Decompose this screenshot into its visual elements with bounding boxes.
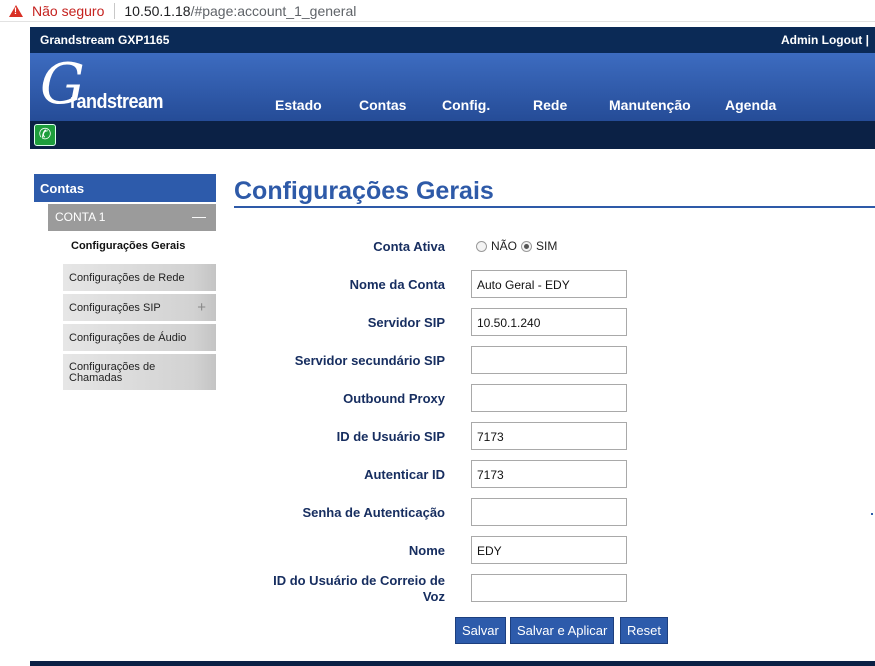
sidebar-section-contas[interactable]: Contas — [34, 174, 216, 202]
sidebar-item-audio[interactable]: Configurações de Áudio — [63, 324, 216, 351]
nome-input[interactable]: EDY — [471, 536, 627, 564]
address-bar[interactable]: Não seguro 10.50.1.18/#page:account_1_ge… — [0, 0, 875, 22]
expand-icon[interactable]: + — [197, 299, 206, 316]
admin-logout-link[interactable]: Admin Logout | — [781, 33, 869, 47]
label-nome-conta: Nome da Conta — [349, 277, 445, 292]
sidebar-item-calls[interactable]: Configurações de Chamadas — [63, 354, 216, 390]
label-nome: Nome — [408, 543, 445, 558]
footer-bar — [30, 661, 875, 666]
security-label[interactable]: Não seguro — [32, 3, 104, 19]
page-title: Configurações Gerais — [234, 177, 494, 205]
sidebar-item-label: Configurações de Chamadas — [69, 361, 156, 384]
label-servidor-secundario: Servidor secundário SIP — [294, 353, 445, 368]
label-outbound-proxy: Outbound Proxy — [343, 391, 445, 406]
phone-icon[interactable]: ✆ — [34, 124, 56, 146]
conta-ativa-radio-group: NÃO SIM — [476, 239, 557, 253]
sidebar-item-label: Configurações SIP — [69, 301, 161, 314]
save-apply-button[interactable]: Salvar e Aplicar — [510, 617, 615, 644]
nav-rede[interactable]: Rede — [533, 97, 567, 113]
grandstream-logo: G randstream — [40, 52, 164, 117]
top-bar: Grandstream GXP1165 Admin Logout | — [30, 27, 875, 53]
sidebar-item-sip[interactable]: Configurações SIP + — [63, 294, 216, 321]
label-autenticar-id: Autenticar ID — [364, 467, 445, 482]
warning-icon — [9, 4, 23, 17]
sidebar-item-label: Configurações de Rede — [69, 271, 185, 284]
radio-nao-label: NÃO — [491, 239, 518, 253]
sidebar-item-network[interactable]: Configurações de Rede — [63, 264, 216, 291]
nav-estado[interactable]: Estado — [275, 97, 322, 113]
servidor-sip-input[interactable]: 10.50.1.240 — [471, 308, 627, 336]
nav-contas[interactable]: Contas — [359, 97, 406, 113]
label-conta-ativa: Conta Ativa — [373, 239, 445, 254]
title-underline — [234, 206, 875, 208]
account-label: CONTA 1 — [55, 210, 106, 224]
senha-autenticacao-input[interactable] — [471, 498, 627, 526]
label-correio-voz: ID do Usuário de Correio de Voz — [273, 573, 445, 604]
collapse-icon[interactable]: — — [192, 208, 206, 224]
nav-agenda[interactable]: Agenda — [725, 97, 776, 113]
url-text[interactable]: 10.50.1.18/#page:account_1_general — [124, 3, 356, 19]
sidebar-account-1[interactable]: CONTA 1 — — [48, 204, 216, 231]
banner: G randstream Estado Contas Config. Rede … — [30, 53, 875, 121]
id-usuario-sip-input[interactable]: 7173 — [471, 422, 627, 450]
sidebar-item-label: Configurações de Áudio — [69, 331, 187, 344]
nome-conta-input[interactable]: Auto Geral - EDY — [471, 270, 627, 298]
label-servidor-sip: Servidor SIP — [367, 315, 445, 330]
label-senha-autenticacao: Senha de Autenticação — [302, 505, 445, 520]
sidebar-item-general[interactable]: Configurações Gerais — [71, 240, 185, 252]
radio-nao[interactable] — [476, 240, 487, 252]
device-model: Grandstream GXP1165 — [40, 33, 170, 47]
correio-voz-input[interactable] — [471, 574, 627, 602]
save-button[interactable]: Salvar — [455, 617, 506, 644]
sub-bar: ✆ — [30, 121, 875, 149]
servidor-secundario-input[interactable] — [471, 346, 627, 374]
label-id-usuario-sip: ID de Usuário SIP — [336, 429, 445, 444]
nav-manutencao[interactable]: Manutenção — [609, 97, 691, 113]
edge-marker — [871, 513, 873, 515]
radio-sim[interactable] — [521, 240, 533, 252]
radio-sim-label: SIM — [536, 239, 558, 253]
divider — [114, 2, 116, 19]
nav-config[interactable]: Config. — [442, 97, 490, 113]
reset-button[interactable]: Reset — [620, 617, 668, 644]
autenticar-id-input[interactable]: 7173 — [471, 460, 627, 488]
outbound-proxy-input[interactable] — [471, 384, 627, 412]
